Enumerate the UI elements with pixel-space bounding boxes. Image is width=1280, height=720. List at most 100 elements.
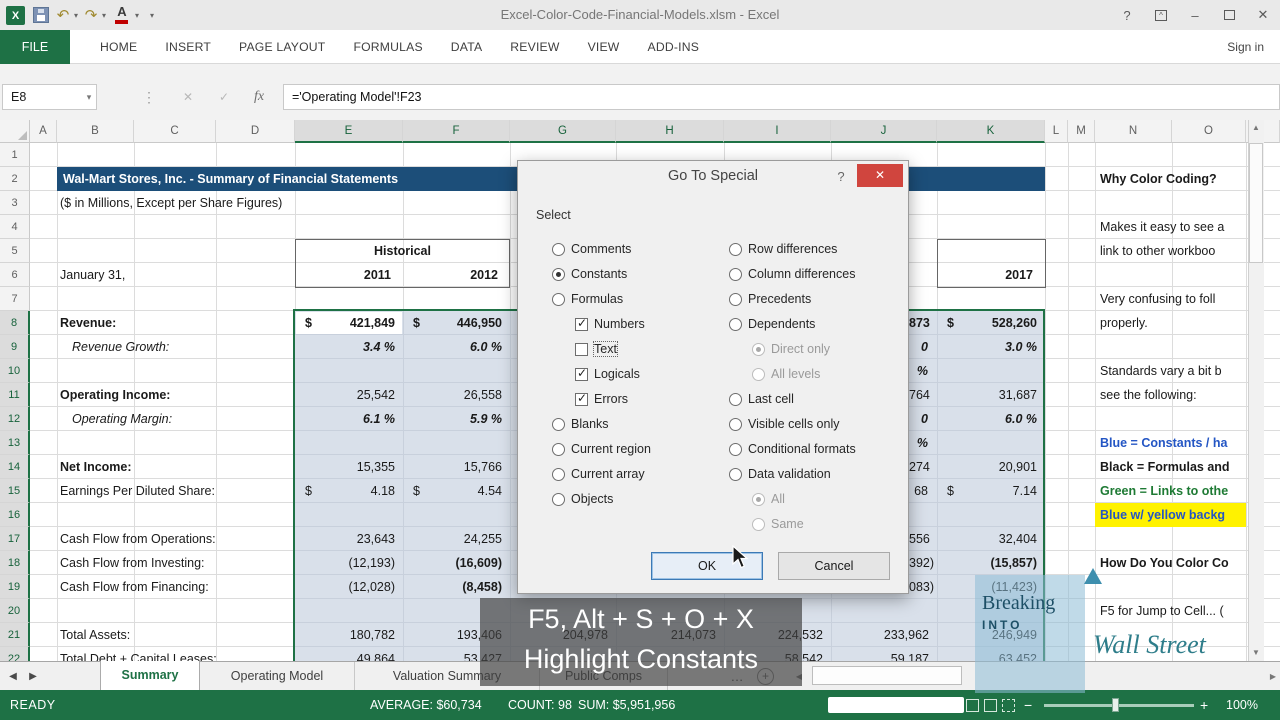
row-label[interactable]: Earnings Per Diluted Share: <box>60 479 215 503</box>
cell-j15-fragment[interactable]: 68 <box>909 479 936 503</box>
normal-view-icon[interactable] <box>966 699 979 712</box>
option-comments[interactable]: Comments <box>552 239 631 259</box>
col-header-M[interactable]: M <box>1068 120 1095 143</box>
row-header-2[interactable]: 2 <box>0 167 30 191</box>
cell-j11-fragment[interactable]: 764 <box>909 383 936 407</box>
cell-j17-fragment[interactable]: 556 <box>909 527 936 551</box>
cell-j18-fragment[interactable]: 392) <box>909 551 936 575</box>
cell-j21[interactable]: 233,962 <box>831 623 937 647</box>
col-header-E[interactable]: E <box>295 120 403 143</box>
col-header-O[interactable]: O <box>1172 120 1246 143</box>
col-header-H[interactable]: H <box>616 120 724 143</box>
year-2011[interactable]: 2011 <box>295 263 403 287</box>
row-label[interactable]: Net Income: <box>60 455 132 479</box>
cell-f14[interactable]: 15,766 <box>403 455 510 479</box>
option-conditional-formats[interactable]: Conditional formats <box>729 439 856 459</box>
zoom-level[interactable]: 100% <box>1226 690 1258 720</box>
row-header-19[interactable]: 19 <box>0 575 30 599</box>
option-constants[interactable]: Constants <box>552 264 627 284</box>
row-header-13[interactable]: 13 <box>0 431 30 455</box>
cell-f18[interactable]: (16,609) <box>403 551 510 575</box>
row-header-18[interactable]: 18 <box>0 551 30 575</box>
page-layout-view-icon[interactable] <box>984 699 997 712</box>
cell-f12[interactable]: 5.9 % <box>403 407 510 431</box>
tab-add-ins[interactable]: ADD-INS <box>634 30 714 64</box>
cell-e19[interactable]: (12,028) <box>295 575 403 599</box>
tab-review[interactable]: REVIEW <box>496 30 573 64</box>
date-label[interactable]: January 31, <box>60 263 125 287</box>
row-label[interactable]: Cash Flow from Investing: <box>60 551 205 575</box>
year-2012[interactable]: 2012 <box>403 263 510 287</box>
vscroll-thumb[interactable] <box>1249 143 1263 263</box>
cell-f11[interactable]: 26,558 <box>403 383 510 407</box>
minimize-icon[interactable]: – <box>1178 0 1212 30</box>
cell-e12[interactable]: 6.1 % <box>295 407 403 431</box>
sheet-tab-operating-model[interactable]: Operating Model <box>200 662 355 691</box>
row-header-5[interactable]: 5 <box>0 239 30 263</box>
ribbon-options-icon[interactable]: ^ <box>1144 0 1178 30</box>
col-header-F[interactable]: F <box>403 120 510 143</box>
row-header-15[interactable]: 15 <box>0 479 30 503</box>
sheet-tab-summary[interactable]: Summary <box>100 661 200 691</box>
page-break-view-icon[interactable] <box>1002 699 1015 712</box>
sheet-subtitle[interactable]: ($ in Millions, Except per Share Figures… <box>60 191 282 215</box>
option-visible-cells-only[interactable]: Visible cells only <box>729 414 839 434</box>
cell-f17[interactable]: 24,255 <box>403 527 510 551</box>
sign-in-button[interactable]: Sign in <box>1227 30 1264 64</box>
cell-j14-fragment[interactable]: 274 <box>909 455 936 479</box>
cell-j12-fragment[interactable]: 0 % <box>909 407 936 450</box>
cell-f8[interactable]: $446,950 <box>403 311 510 335</box>
col-header-D[interactable]: D <box>216 120 295 143</box>
row-header-11[interactable]: 11 <box>0 383 30 407</box>
tab-page-layout[interactable]: PAGE LAYOUT <box>225 30 339 64</box>
cell-f9[interactable]: 6.0 % <box>403 335 510 359</box>
row-header-12[interactable]: 12 <box>0 407 30 431</box>
formula-bar-handle-icon[interactable]: ⋮ <box>142 84 156 110</box>
row-label[interactable]: Revenue: <box>60 311 116 335</box>
option-data-validation[interactable]: Data validation <box>729 464 831 484</box>
tab-file[interactable]: FILE <box>0 30 70 64</box>
zoom-slider-thumb[interactable] <box>1112 698 1119 712</box>
option-last-cell[interactable]: Last cell <box>729 389 794 409</box>
cell-e11[interactable]: 25,542 <box>295 383 403 407</box>
option-current-array[interactable]: Current array <box>552 464 645 484</box>
year-2017[interactable]: 2017 <box>937 263 1045 287</box>
col-header-N[interactable]: N <box>1095 120 1172 143</box>
zoom-slider-track[interactable] <box>1044 704 1194 707</box>
row-header-17[interactable]: 17 <box>0 527 30 551</box>
cancel-button[interactable]: Cancel <box>778 552 890 580</box>
select-all-corner[interactable] <box>0 120 30 143</box>
dialog-help-icon[interactable]: ? <box>830 166 852 188</box>
option-logicals[interactable]: Logicals <box>575 364 640 384</box>
cell-f19[interactable]: (8,458) <box>403 575 510 599</box>
option-errors[interactable]: Errors <box>575 389 628 409</box>
cell-j19-fragment[interactable]: 083) <box>909 575 936 599</box>
hscroll-right-icon[interactable]: ▶ <box>1264 662 1280 691</box>
zoom-in-icon[interactable]: + <box>1200 690 1208 720</box>
cell-f15[interactable]: $4.54 <box>403 479 510 503</box>
row-header-16[interactable]: 16 <box>0 503 30 527</box>
hscroll-thumb[interactable] <box>812 666 962 685</box>
option-objects[interactable]: Objects <box>552 489 613 509</box>
row-header-3[interactable]: 3 <box>0 191 30 215</box>
help-icon[interactable]: ? <box>1110 0 1144 30</box>
cell-j9-fragment[interactable]: 0 % <box>909 335 936 378</box>
row-header-9[interactable]: 9 <box>0 335 30 359</box>
option-dependents[interactable]: Dependents <box>729 314 815 334</box>
row-header-14[interactable]: 14 <box>0 455 30 479</box>
cell-e21[interactable]: 180,782 <box>295 623 403 647</box>
scroll-up-icon[interactable]: ▲ <box>1248 123 1264 132</box>
col-header-A[interactable]: A <box>30 120 57 143</box>
row-label[interactable]: Total Assets: <box>60 623 130 647</box>
historical-header[interactable]: Historical <box>295 239 510 263</box>
option-numbers[interactable]: Numbers <box>575 314 645 334</box>
col-header-K[interactable]: K <box>937 120 1045 143</box>
cell-e9[interactable]: 3.4 % <box>295 335 403 359</box>
cell-k14[interactable]: 20,901 <box>937 455 1045 479</box>
tab-home[interactable]: HOME <box>86 30 151 64</box>
cell-e8[interactable]: $421,849 <box>295 311 403 335</box>
col-header-C[interactable]: C <box>134 120 216 143</box>
row-header-7[interactable]: 7 <box>0 287 30 311</box>
close-icon[interactable]: ✕ <box>1246 0 1280 30</box>
row-header-1[interactable]: 1 <box>0 143 30 167</box>
